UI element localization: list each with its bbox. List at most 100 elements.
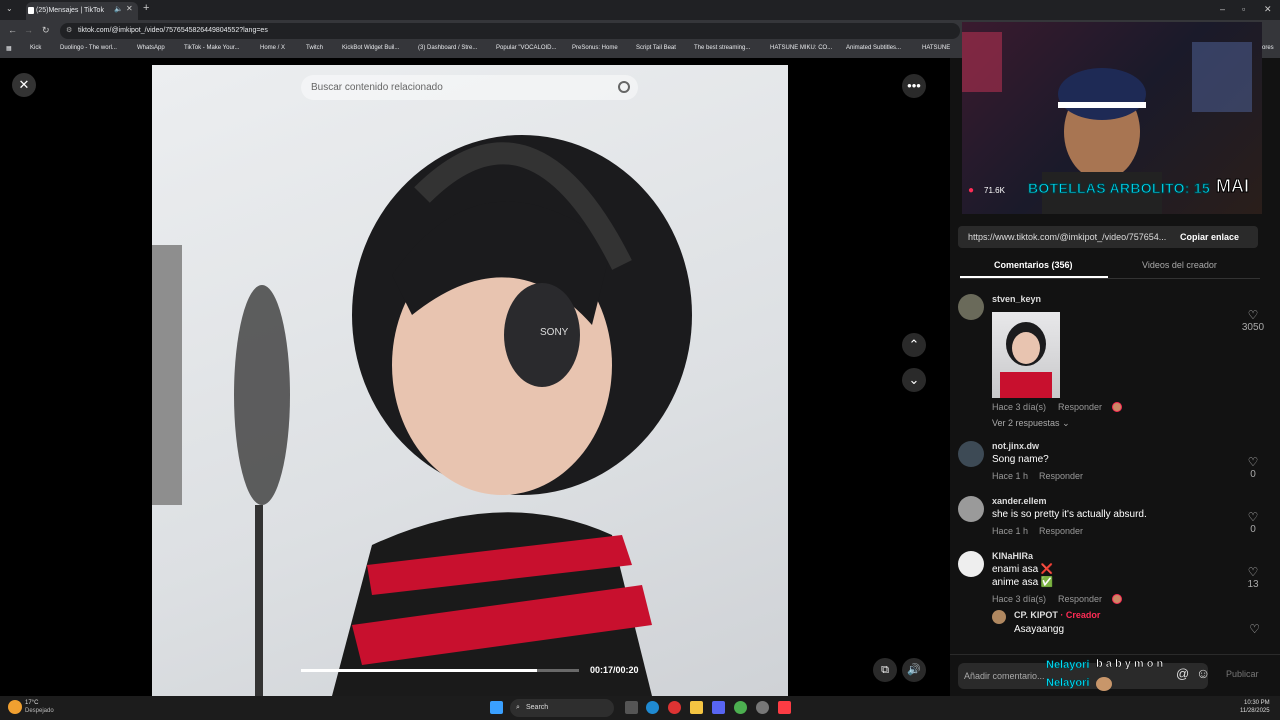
comment-image[interactable] xyxy=(992,312,1060,398)
clock-date[interactable]: 11/28/2025 xyxy=(1240,708,1270,714)
avatar[interactable] xyxy=(958,441,984,467)
settings-icon[interactable] xyxy=(756,701,769,714)
weather-desc: Despejado xyxy=(25,708,54,714)
reply-username[interactable]: CP. KIPOT · Creador xyxy=(1014,610,1100,620)
floating-player-icon[interactable]: ⧉ xyxy=(873,658,897,682)
like-button[interactable]: ♡ 13 xyxy=(1238,565,1268,590)
close-icon[interactable]: ✕ xyxy=(12,73,36,97)
video-progress-track[interactable] xyxy=(301,669,579,672)
heart-outline-icon[interactable]: ♡ xyxy=(1238,510,1268,524)
bookmark-item[interactable]: Home / X xyxy=(260,45,285,51)
bookmark-item[interactable]: Script Tail Beat xyxy=(636,45,676,51)
reload-icon[interactable]: ↻ xyxy=(42,25,50,36)
stream-banner: BOTELLAS ARBOLITO: 15 xyxy=(1027,180,1211,197)
tiktok-favicon-icon xyxy=(28,7,34,14)
bookmarks-more[interactable]: ores xyxy=(1262,45,1274,51)
stream-mai-label: MAI xyxy=(1216,176,1250,197)
avatar[interactable] xyxy=(992,610,1006,624)
bookmark-item[interactable]: HATSUNE xyxy=(922,45,950,51)
tab-list-icon[interactable]: ⌄ xyxy=(6,4,13,13)
likes-count: 71.6K xyxy=(984,186,1005,195)
discord-icon[interactable] xyxy=(712,701,725,714)
like-button[interactable]: ♡ 0 xyxy=(1238,455,1268,480)
music-icon[interactable] xyxy=(778,701,791,714)
video-player[interactable]: SONY 00:17/00:20 xyxy=(152,65,788,696)
reply-button[interactable]: Responder xyxy=(1058,594,1102,604)
comment-username[interactable]: not.jinx.dw xyxy=(992,441,1039,451)
heart-outline-icon[interactable]: ♡ xyxy=(1238,455,1268,469)
heart-outline-icon[interactable]: ♡ xyxy=(1238,308,1268,322)
tiktok-page: ✕ SONY 00:17/00:20 Buscar contenido rela… xyxy=(0,22,1280,696)
comment-item: stven_keyn Hace 3 día(s) Responder Ver 2… xyxy=(958,294,1268,428)
avatar[interactable] xyxy=(958,496,984,522)
reply-item: CP. KIPOT · Creador Asayaangg ♡ xyxy=(992,610,1268,640)
previous-video-chevron-up-icon[interactable]: ⌃ xyxy=(902,333,926,357)
mention-icon[interactable]: @ xyxy=(1176,666,1189,681)
clock-time[interactable]: 10:30 PM xyxy=(1244,700,1270,706)
bookmark-item[interactable]: Duolingo - The worl... xyxy=(60,45,117,51)
like-button[interactable]: ♡ 3050 xyxy=(1238,308,1268,333)
new-tab-button[interactable]: + xyxy=(143,2,149,14)
avatar[interactable] xyxy=(958,551,984,577)
bookmark-item[interactable]: Animated Subtitles... xyxy=(846,45,901,51)
maximize-icon[interactable]: ▫ xyxy=(1242,4,1245,14)
bookmark-item[interactable]: The best streaming... xyxy=(694,45,750,51)
comment-text: she is so pretty it's actually absurd. xyxy=(992,509,1147,520)
related-search-input[interactable]: Buscar contenido relacionado xyxy=(301,75,638,100)
close-window-icon[interactable]: ✕ xyxy=(1264,4,1272,15)
forward-icon[interactable]: → xyxy=(24,25,33,35)
bookmark-item[interactable]: (3) Dashboard / Stre... xyxy=(418,45,477,51)
bookmark-item[interactable]: Kick xyxy=(30,45,41,51)
copy-link-button[interactable]: Copiar enlace xyxy=(1180,226,1239,248)
bookmark-item[interactable]: Twitch xyxy=(306,45,323,51)
reply-button[interactable]: Responder xyxy=(1039,471,1083,481)
chrome-icon[interactable] xyxy=(668,701,681,714)
minimize-icon[interactable]: – xyxy=(1220,4,1225,14)
avatar[interactable] xyxy=(958,294,984,320)
comment-username[interactable]: xander.ellem xyxy=(992,496,1047,506)
comment-item: xander.ellem she is so pretty it's actua… xyxy=(958,496,1268,546)
heart-outline-icon[interactable]: ♡ xyxy=(1238,565,1268,579)
emoji-icon[interactable]: ☺ xyxy=(1196,665,1210,681)
chat-emote-icon xyxy=(1096,677,1112,691)
reply-button[interactable]: Responder xyxy=(1058,402,1102,412)
bookmark-item[interactable]: PreSonus: Home xyxy=(572,45,618,51)
tab-close-icon[interactable]: ✕ xyxy=(126,4,133,13)
like-button[interactable]: ♡ 0 xyxy=(1238,510,1268,535)
bookmark-item[interactable]: KickBot Widget Buil... xyxy=(342,45,399,51)
task-view-icon[interactable] xyxy=(625,701,638,714)
back-icon[interactable]: ← xyxy=(8,25,17,35)
apps-icon[interactable]: ▦ xyxy=(6,45,12,52)
bookmark-item[interactable]: WhatsApp xyxy=(137,45,165,51)
comment-time: Hace 1 h xyxy=(992,471,1029,481)
comment-time: Hace 3 día(s) xyxy=(992,402,1047,412)
comment-username[interactable]: stven_keyn xyxy=(992,294,1041,304)
more-options-icon[interactable]: ••• xyxy=(902,74,926,98)
next-video-chevron-down-icon[interactable]: ⌄ xyxy=(902,368,926,392)
tab-mute-icon[interactable]: 🔈 xyxy=(114,5,123,13)
comment-time: Hace 1 h xyxy=(992,526,1029,536)
file-explorer-icon[interactable] xyxy=(690,701,703,714)
comment-username[interactable]: KINaHIRa xyxy=(992,551,1033,561)
url-field[interactable]: ⚙ tiktok.com/@imkipot_/video/75765458264… xyxy=(60,23,960,39)
view-replies-button[interactable]: Ver 2 respuestas ⌄ xyxy=(992,418,1070,429)
reply-button[interactable]: Responder xyxy=(1039,526,1083,536)
edge-icon[interactable] xyxy=(646,701,659,714)
start-icon[interactable] xyxy=(490,701,503,714)
creator-tag: · Creador xyxy=(1060,610,1101,620)
taskbar-search[interactable]: ⌕ Search xyxy=(510,699,614,717)
tab-comments[interactable]: Comentarios (356) xyxy=(994,260,1073,270)
bookmark-item[interactable]: Popular "VOCALOID... xyxy=(496,45,557,51)
weather-icon[interactable] xyxy=(8,700,22,714)
heart-outline-icon[interactable]: ♡ xyxy=(1249,622,1260,636)
browser-icon[interactable] xyxy=(734,701,747,714)
tab-creator-videos[interactable]: Videos del creador xyxy=(1142,260,1217,270)
search-icon[interactable] xyxy=(618,81,630,93)
bookmark-item[interactable]: TikTok - Make Your... xyxy=(184,45,239,51)
bookmark-item[interactable]: HATSUNE MIKU: CO... xyxy=(770,45,832,51)
publish-button[interactable]: Publicar xyxy=(1226,669,1259,679)
site-info-icon[interactable]: ⚙ xyxy=(66,23,72,39)
chevron-down-icon: ⌄ xyxy=(1062,418,1070,428)
volume-icon[interactable]: 🔊 xyxy=(902,658,926,682)
comment-item: not.jinx.dw Song name? Hace 1 h Responde… xyxy=(958,441,1268,491)
